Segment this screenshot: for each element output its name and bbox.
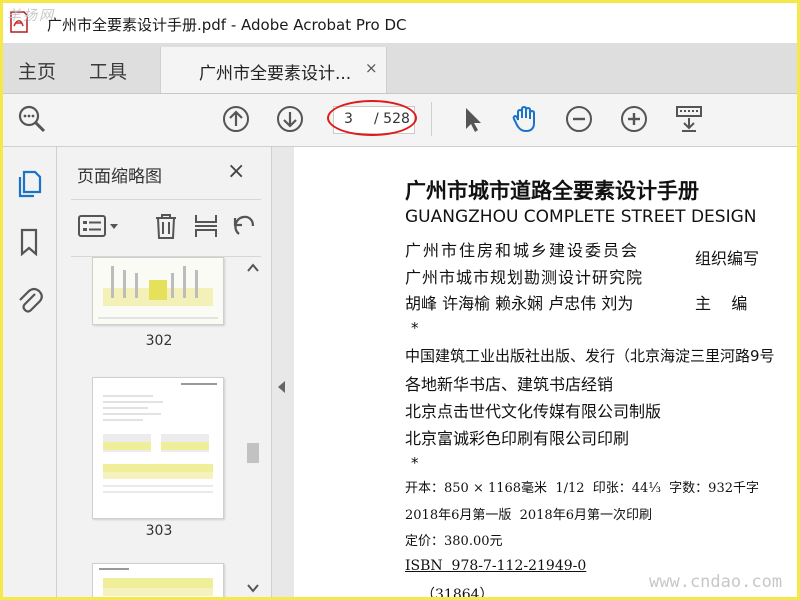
toolbar-separator xyxy=(431,102,432,136)
panel-title: 页面缩略图 xyxy=(77,167,162,187)
navigation-rail xyxy=(3,147,57,597)
thumbnail-page-label: 302 xyxy=(145,333,173,349)
thumbnails-panel: 页面缩略图 × 302 303 xyxy=(57,147,271,597)
tab-bar: 主页 工具 广州市全要素设计... × xyxy=(3,43,797,94)
panel-toolbar xyxy=(71,199,261,257)
thumbnail-scrollbar[interactable] xyxy=(243,257,263,597)
book-code: （31864） xyxy=(421,587,494,597)
publisher-line: 中国建筑工业出版社出版、发行（北京海淀三里河路9号 xyxy=(405,347,775,365)
scroll-down-arrow-icon[interactable] xyxy=(247,583,259,593)
close-panel-button[interactable]: × xyxy=(227,159,245,184)
hand-tool-icon[interactable] xyxy=(510,104,540,134)
tab-document[interactable]: 广州市全要素设计... × xyxy=(160,47,387,93)
zoom-out-icon[interactable] xyxy=(564,104,594,134)
book-title-cn: 广州市城市道路全要素设计手册 xyxy=(405,179,699,203)
zoom-in-icon[interactable] xyxy=(619,104,649,134)
toolbar: 3 / 528 xyxy=(3,94,797,147)
role-editor: 主 编 xyxy=(695,294,748,313)
price-line: 定价：380.00元 xyxy=(405,534,503,549)
keyboard-insert-icon[interactable] xyxy=(674,104,704,134)
role-compiled: 组织编写 xyxy=(695,249,760,268)
book-title-en: GUANGZHOU COMPLETE STREET DESIGN xyxy=(405,207,757,227)
tab-home[interactable]: 主页 xyxy=(18,57,56,84)
isbn-line: ISBN 978-7-112-21949-0 xyxy=(405,558,587,574)
bookmark-icon[interactable] xyxy=(15,227,43,257)
scroll-up-arrow-icon[interactable] xyxy=(247,263,259,273)
scroll-up-icon[interactable] xyxy=(221,104,251,134)
thumbnail-page-302[interactable] xyxy=(92,257,224,325)
document-tab-label: 广州市全要素设计... xyxy=(199,64,352,84)
site-watermark-bottom: www.cndao.com xyxy=(649,572,783,592)
window-title: 广州市全要素设计手册.pdf - Adobe Acrobat Pro DC xyxy=(47,16,407,34)
thumbnail-page-304[interactable] xyxy=(92,563,224,597)
close-tab-button[interactable]: × xyxy=(365,59,378,77)
find-zoom-icon[interactable] xyxy=(17,104,47,134)
highlight-ellipse xyxy=(327,100,417,136)
scroll-down-icon[interactable] xyxy=(275,104,305,134)
org-line-1: 广州市住房和城乡建设委员会 xyxy=(405,241,640,260)
editors-line: 胡峰 许海榆 赖永娴 卢忠伟 刘为 xyxy=(405,294,634,313)
rotate-page-icon[interactable] xyxy=(231,212,257,240)
thumbnail-list: 302 303 xyxy=(71,257,247,597)
panel-splitter[interactable] xyxy=(271,147,295,597)
thumbnail-page-label: 303 xyxy=(145,523,173,539)
acrobat-window: 羊扬网 广州市全要素设计手册.pdf - Adobe Acrobat Pro D… xyxy=(3,3,797,597)
select-cursor-icon[interactable] xyxy=(457,104,487,134)
page-thumbnails-icon[interactable] xyxy=(15,169,43,199)
document-page: 广州市城市道路全要素设计手册 GUANGZHOU COMPLETE STREET… xyxy=(294,147,797,597)
production-line: 北京点击世代文化传媒有限公司制版 xyxy=(405,402,662,421)
org-line-2: 广州市城市规划勘测设计研究院 xyxy=(405,268,644,287)
options-menu-icon[interactable] xyxy=(77,212,121,240)
format-line: 开本：850 × 1168毫米 1/12 印张：44⅓ 字数：932千字 xyxy=(405,481,759,496)
distributor-line: 各地新华书店、建筑书店经销 xyxy=(405,375,614,394)
collapse-panel-arrow-icon[interactable] xyxy=(278,381,285,393)
delete-page-icon[interactable] xyxy=(153,212,179,240)
edition-line: 2018年6月第一版 2018年6月第一次印刷 xyxy=(405,508,652,523)
separator-star: * xyxy=(411,454,419,472)
printer-line: 北京富诚彩色印刷有限公司印刷 xyxy=(405,429,630,448)
scroll-thumb[interactable] xyxy=(247,443,259,463)
thumbnail-page-303[interactable] xyxy=(92,377,224,519)
insert-page-icon[interactable] xyxy=(193,212,219,240)
title-bar: 羊扬网 广州市全要素设计手册.pdf - Adobe Acrobat Pro D… xyxy=(3,3,797,43)
attachment-icon[interactable] xyxy=(15,285,43,315)
tab-tools[interactable]: 工具 xyxy=(89,57,127,84)
separator-star: * xyxy=(411,319,419,337)
